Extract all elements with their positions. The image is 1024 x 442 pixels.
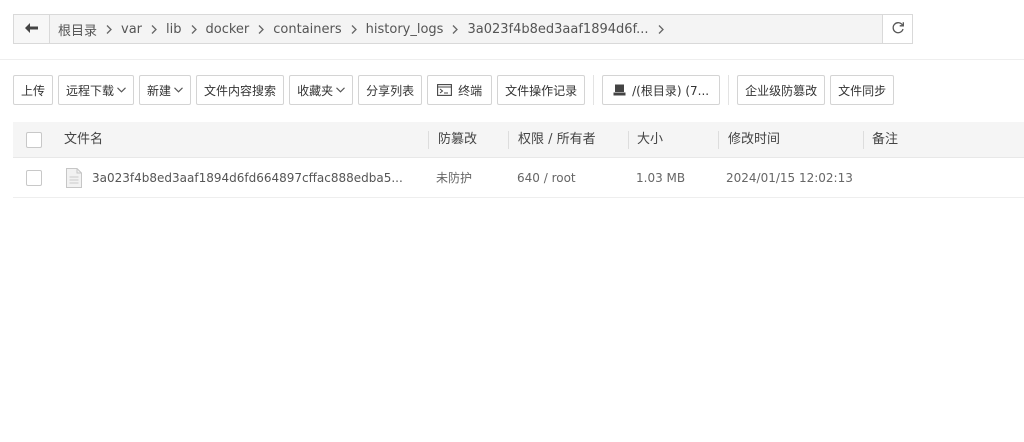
- toolbar-divider: [593, 75, 595, 105]
- terminal-label: 终端: [458, 83, 483, 98]
- chevron-right-icon[interactable]: [658, 24, 664, 34]
- remote-download-button[interactable]: 远程下载: [58, 75, 135, 105]
- content-search-label: 文件内容搜索: [204, 83, 277, 98]
- disk-icon: [613, 84, 626, 96]
- chevron-right-icon: [151, 24, 157, 34]
- remote-download-label: 远程下载: [66, 83, 115, 98]
- arrow-left-icon: [25, 22, 38, 36]
- file-icon: [66, 168, 82, 188]
- file-name-link[interactable]: 3a023f4b8ed3aaf1894d6fd664897cffac888edb…: [92, 158, 403, 198]
- upload-button[interactable]: 上传: [13, 75, 54, 105]
- disk-button[interactable]: /(根目录) (7...: [602, 75, 721, 105]
- select-all-checkbox[interactable]: [26, 132, 42, 148]
- share-list-button[interactable]: 分享列表: [358, 75, 423, 105]
- column-header-note: 备注: [872, 132, 899, 147]
- disk-label: /(根目录) (7...: [632, 83, 710, 98]
- table-row[interactable]: 3a023f4b8ed3aaf1894d6fd664897cffac888edb…: [13, 158, 1024, 198]
- favorites-label: 收藏夹: [297, 83, 334, 98]
- content-search-button[interactable]: 文件内容搜索: [196, 75, 285, 105]
- terminal-button[interactable]: 终端: [427, 75, 493, 105]
- file-size: 1.03 MB: [636, 171, 686, 185]
- refresh-button[interactable]: [882, 15, 912, 43]
- column-divider: [508, 131, 509, 149]
- chevron-down-icon: [117, 87, 126, 93]
- breadcrumb-item-docker[interactable]: docker: [206, 22, 250, 37]
- new-button[interactable]: 新建: [139, 75, 192, 105]
- toolbar: 上传 远程下载 新建 文件内容搜索 收藏夹 分享列表 终端 文件操作记录 /(根…: [13, 75, 899, 105]
- breadcrumb-item-var[interactable]: var: [121, 22, 142, 37]
- favorites-button[interactable]: 收藏夹: [289, 75, 354, 105]
- breadcrumb-item-container-id[interactable]: 3a023f4b8ed3aaf1894d6f...: [467, 22, 648, 37]
- tamper-status[interactable]: 未防护: [436, 158, 472, 198]
- modified-time: 2024/01/15 12:02:13: [726, 171, 853, 185]
- chevron-right-icon: [106, 24, 112, 34]
- permission-owner[interactable]: 640 / root: [517, 158, 576, 198]
- breadcrumb-path: 根目录 var lib docker containers history_lo…: [50, 15, 882, 43]
- refresh-icon: [891, 21, 905, 38]
- row-checkbox[interactable]: [26, 170, 42, 186]
- chevron-down-icon: [336, 87, 345, 93]
- back-button[interactable]: [14, 15, 50, 43]
- column-header-tamper[interactable]: 防篡改: [438, 122, 477, 158]
- column-header-filename[interactable]: 文件名: [64, 122, 103, 158]
- breadcrumb-item-history-logs[interactable]: history_logs: [366, 22, 444, 37]
- column-divider: [863, 131, 864, 149]
- toolbar-divider: [728, 75, 730, 105]
- breadcrumb: 根目录 var lib docker containers history_lo…: [13, 14, 913, 44]
- tamper-proof-button[interactable]: 企业级防篡改: [737, 75, 826, 105]
- share-list-label: 分享列表: [366, 83, 415, 98]
- file-sync-label: 文件同步: [838, 83, 887, 98]
- upload-label: 上传: [21, 83, 46, 98]
- file-table-header: 文件名 防篡改 权限 / 所有者 大小 修改时间 备注: [13, 122, 1024, 158]
- breadcrumb-item-containers[interactable]: containers: [273, 22, 341, 37]
- operation-log-button[interactable]: 文件操作记录: [497, 75, 586, 105]
- terminal-icon: [437, 84, 453, 96]
- new-label: 新建: [147, 83, 172, 98]
- column-divider: [428, 131, 429, 149]
- chevron-right-icon: [351, 24, 357, 34]
- chevron-right-icon: [258, 24, 265, 34]
- chevron-right-icon: [191, 24, 197, 34]
- tamper-proof-label: 企业级防篡改: [745, 83, 818, 98]
- column-header-size[interactable]: 大小: [637, 122, 663, 158]
- divider: [0, 59, 1024, 60]
- breadcrumb-item-lib[interactable]: lib: [166, 22, 181, 37]
- column-header-permissions[interactable]: 权限 / 所有者: [518, 122, 596, 158]
- breadcrumb-item-root[interactable]: 根目录: [58, 20, 97, 39]
- chevron-down-icon: [174, 87, 183, 93]
- operation-log-label: 文件操作记录: [505, 83, 578, 98]
- column-divider: [718, 131, 719, 149]
- column-divider: [628, 131, 629, 149]
- chevron-right-icon: [452, 24, 459, 34]
- column-header-mtime[interactable]: 修改时间: [728, 122, 780, 158]
- file-sync-button[interactable]: 文件同步: [830, 75, 895, 105]
